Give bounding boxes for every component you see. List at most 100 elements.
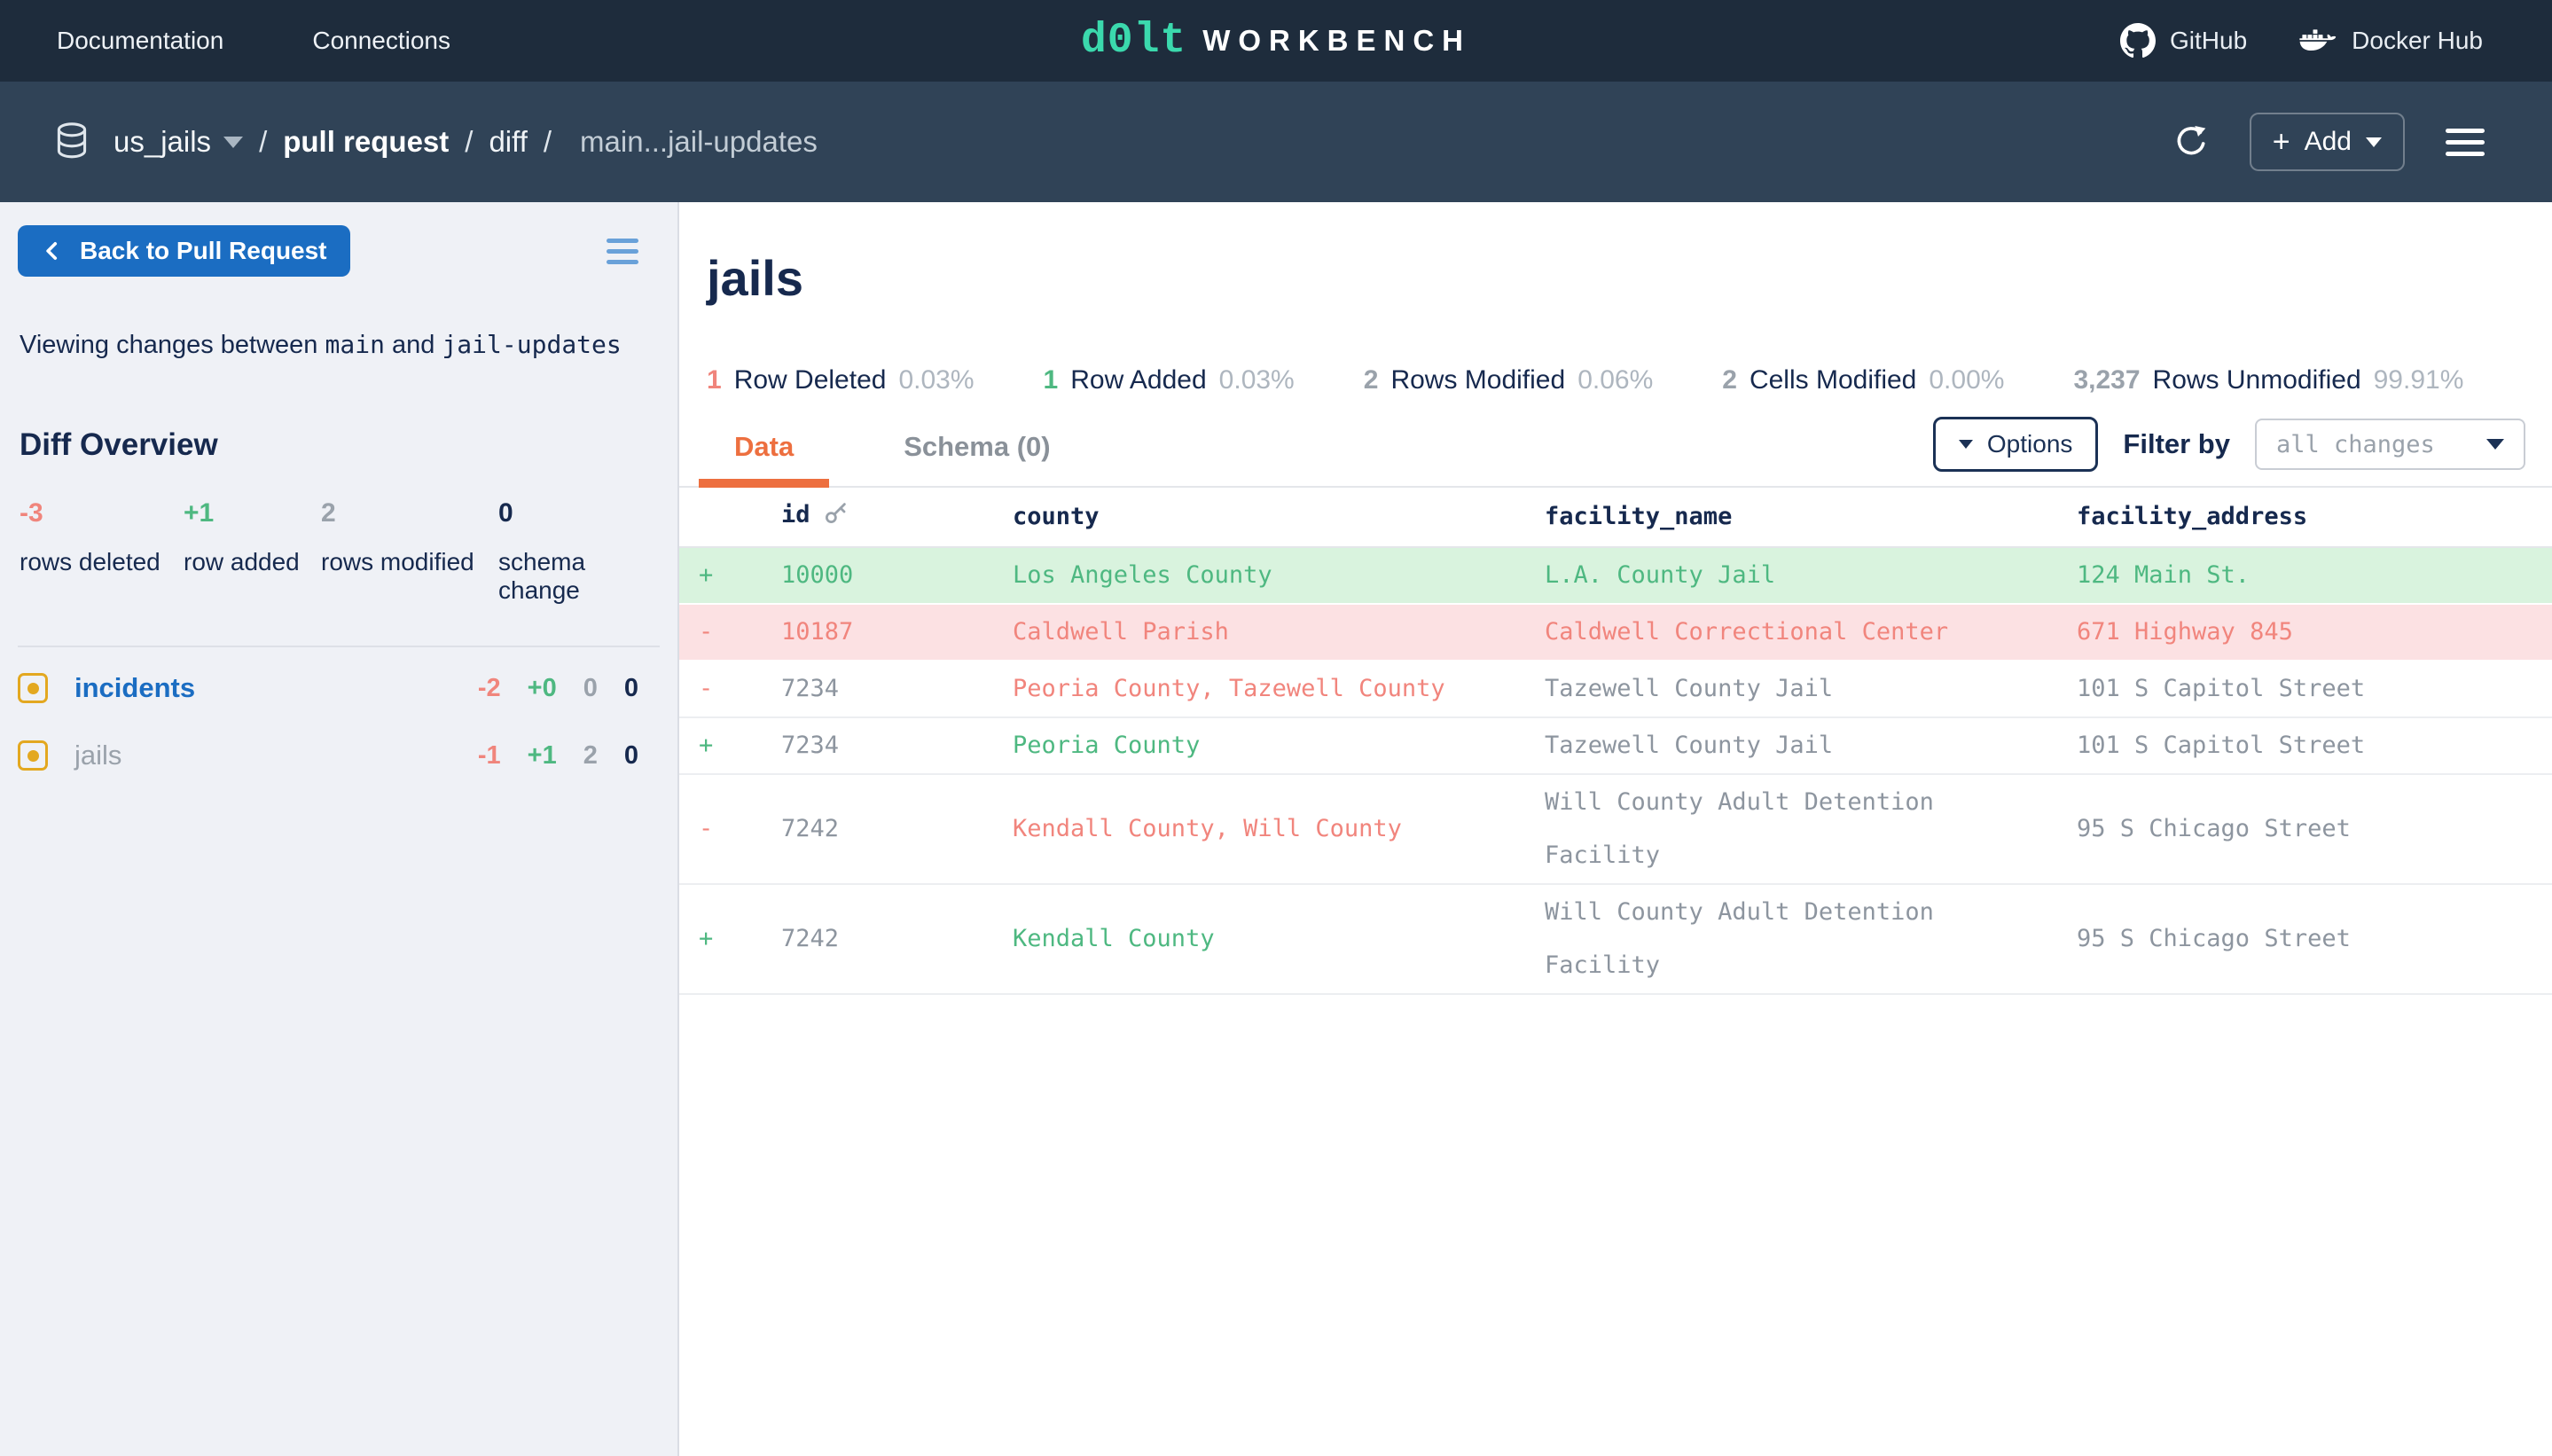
cell-county: Los Angeles County [1013, 547, 1545, 604]
branch-from: main [325, 330, 385, 359]
cell-county: Caldwell Parish [1013, 604, 1545, 661]
sidebar-divider [18, 646, 660, 647]
sidebar-table-incidents[interactable]: incidents -2 +0 0 0 [18, 654, 660, 722]
stat-rows-modified: 2 Rows Modified 0.06% [1364, 365, 1654, 395]
table-row-added: + 10000 Los Angeles County L.A. County J… [679, 547, 2552, 604]
cell-county: Peoria County [1013, 717, 1545, 774]
diff-marker: - [679, 774, 781, 884]
table-row-modified-before: - 7234 Peoria County, Tazewell County Ta… [679, 661, 2552, 717]
stat-row-deleted: 1 Row Deleted 0.03% [707, 365, 975, 395]
stat-rows-added: +1 row added [184, 498, 321, 605]
cell-facility-address: 124 Main St. [2077, 547, 2552, 604]
breadcrumb-pull-request[interactable]: pull request [283, 125, 449, 159]
cell-id: 10000 [781, 547, 1013, 604]
diff-marker: + [679, 547, 781, 604]
cell-id: 7242 [781, 774, 1013, 884]
breadcrumb-diff-range: main...jail-updates [580, 125, 818, 159]
diff-overview-title: Diff Overview [18, 427, 660, 463]
cell-facility-address: 101 S Capitol Street [2077, 717, 2552, 774]
table-row-modified-before: - 7242 Kendall County, Will County Will … [679, 774, 2552, 884]
breadcrumb-diff[interactable]: diff [489, 125, 527, 159]
options-button-label: Options [1987, 430, 2073, 458]
chevron-down-icon [2366, 137, 2382, 147]
cell-facility-name: Caldwell Correctional Center [1545, 604, 2077, 661]
stat-rows-unmodified: 3,237 Rows Unmodified 99.91% [2073, 365, 2463, 395]
breadcrumb-database[interactable]: us_jails [114, 125, 211, 159]
filter-by-label: Filter by [2123, 428, 2230, 460]
main-menu-icon[interactable] [2446, 129, 2485, 156]
diff-marker-column [679, 488, 781, 547]
top-navigation-bar: Documentation Connections d0lt WORKBENCH… [0, 0, 2552, 82]
table-row-modified-after: + 7242 Kendall County Will County Adult … [679, 884, 2552, 994]
nav-connections[interactable]: Connections [312, 27, 450, 55]
nav-documentation[interactable]: Documentation [57, 27, 223, 55]
workbench-logo-text: WORKBENCH [1202, 24, 1471, 58]
sidebar-menu-icon[interactable] [607, 239, 638, 264]
table-row-deleted: - 10187 Caldwell Parish Caldwell Correct… [679, 604, 2552, 661]
back-button-label: Back to Pull Request [80, 237, 327, 265]
cell-county: Peoria County, Tazewell County [1013, 661, 1545, 717]
table-name-current: jails [74, 740, 121, 771]
cell-id: 7242 [781, 884, 1013, 994]
cell-facility-name: L.A. County Jail [1545, 547, 2077, 604]
dockerhub-link[interactable]: Docker Hub [2298, 26, 2483, 56]
options-button[interactable]: Options [1933, 417, 2099, 472]
add-button[interactable]: + Add [2250, 113, 2405, 171]
cell-county: Kendall County [1013, 884, 1545, 994]
column-header-facility-name: facility_name [1545, 488, 2077, 547]
cell-facility-address: 101 S Capitol Street [2077, 661, 2552, 717]
github-link[interactable]: GitHub [2120, 23, 2247, 59]
branch-to: jail-updates [442, 330, 621, 359]
cell-id: 7234 [781, 717, 1013, 774]
table-diff-counts: -1 +1 2 0 [478, 741, 638, 771]
refresh-icon[interactable] [2173, 124, 2209, 160]
stat-row-added: 1 Row Added 0.03% [1044, 365, 1295, 395]
breadcrumb-separator: / [465, 125, 473, 159]
cell-facility-name: Will County Adult Detention Facility [1545, 774, 2077, 884]
cell-facility-name: Tazewell County Jail [1545, 661, 2077, 717]
tab-schema[interactable]: Schema (0) [868, 431, 1085, 486]
breadcrumb-bar: us_jails / pull request / diff / main...… [0, 82, 2552, 202]
add-button-label: Add [2305, 127, 2352, 157]
stat-rows-modified: 2 rows modified [321, 498, 498, 605]
tab-data[interactable]: Data [699, 431, 829, 488]
tab-bar: Data Schema (0) Options Filter by all ch… [679, 417, 2552, 488]
column-header-county: county [1013, 488, 1545, 547]
breadcrumb-separator: / [544, 125, 552, 159]
diff-marker: - [679, 604, 781, 661]
dockerhub-link-label: Docker Hub [2352, 27, 2483, 55]
github-link-label: GitHub [2170, 27, 2247, 55]
stat-schema-change: 0 schema change [498, 498, 663, 605]
sidebar-table-jails[interactable]: jails -1 +1 2 0 [18, 722, 660, 789]
column-header-id: id [781, 488, 1013, 547]
docker-icon [2298, 26, 2337, 56]
back-to-pull-request-button[interactable]: Back to Pull Request [18, 225, 350, 277]
database-icon [53, 121, 90, 163]
changed-tables-list: incidents -2 +0 0 0 jails -1 +1 2 0 [18, 654, 660, 789]
plus-icon: + [2273, 127, 2290, 157]
chevron-down-icon[interactable] [223, 137, 243, 148]
table-changed-icon [18, 740, 48, 771]
cell-facility-address: 95 S Chicago Street [2077, 884, 2552, 994]
table-changed-icon [18, 673, 48, 703]
diff-sidebar: Back to Pull Request Viewing changes bet… [0, 202, 679, 1456]
page-title: jails [707, 254, 2552, 303]
navbar-controls: + Add [2173, 113, 2485, 171]
filter-select[interactable]: all changes [2255, 419, 2525, 470]
diff-marker: - [679, 661, 781, 717]
breadcrumb: us_jails / pull request / diff / main...… [53, 121, 818, 163]
diff-main-panel: jails 1 Row Deleted 0.03% 1 Row Added 0.… [679, 202, 2552, 1456]
cell-facility-name: Tazewell County Jail [1545, 717, 2077, 774]
chevron-down-icon [1959, 440, 1973, 449]
cell-facility-address: 95 S Chicago Street [2077, 774, 2552, 884]
primary-key-icon [823, 492, 849, 545]
filter-select-value: all changes [2276, 431, 2435, 458]
column-header-facility-address: facility_address [2077, 488, 2552, 547]
diff-summary-stats: 1 Row Deleted 0.03% 1 Row Added 0.03% 2 … [707, 365, 2552, 395]
diff-data-table: id county facility_name facility_address… [679, 488, 2552, 995]
diff-marker: + [679, 717, 781, 774]
chevron-down-icon [2486, 439, 2504, 450]
github-icon [2120, 23, 2156, 59]
dolt-logo-text: d0lt [1081, 17, 1186, 65]
table-name-link[interactable]: incidents [74, 672, 195, 704]
